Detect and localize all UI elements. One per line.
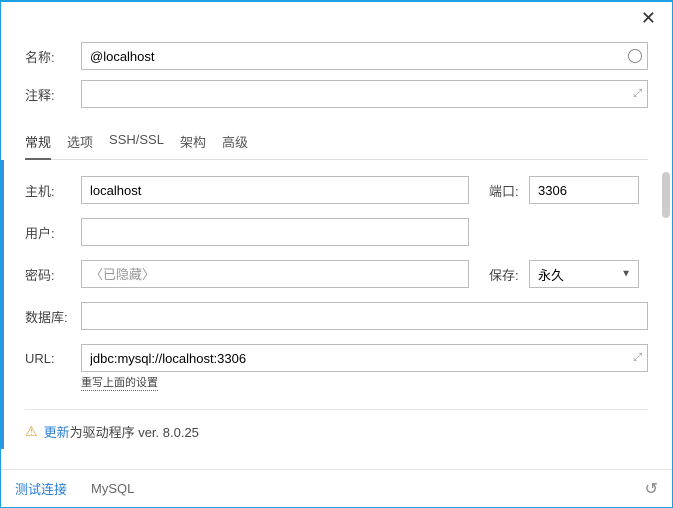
tab-options[interactable]: 选项 [67,126,93,159]
row-comment: 注释: ⤢ [25,80,648,108]
row-host: 主机: 端口: [25,176,648,204]
row-url: URL: ⤢ [25,344,648,372]
password-label: 密码: [25,265,81,284]
scrollbar-thumb[interactable] [662,172,670,218]
general-panel: 主机: 端口: 用户: 密码: 保存: ▼ [25,176,648,441]
panel-side-indicator [1,160,4,449]
color-circle-icon[interactable] [628,49,642,63]
revert-icon[interactable]: ↺ [645,479,658,499]
scrollbar[interactable] [662,172,670,437]
driver-update-link[interactable]: 更新 [44,422,70,441]
close-icon[interactable]: ✕ [633,4,664,33]
host-label: 主机: [25,181,81,200]
driver-row: ⚠ 更新 为驱动程序 ver. 8.0.25 [25,409,648,441]
footer-db-name[interactable]: MySQL [91,481,134,496]
comment-input[interactable] [81,80,648,108]
row-password: 密码: 保存: ▼ [25,260,648,288]
user-input[interactable] [81,218,469,246]
save-label: 保存: [489,265,529,284]
name-input[interactable] [81,42,648,70]
row-user: 用户: [25,218,648,246]
warning-icon: ⚠ [25,423,38,440]
form-area: 名称: 注释: ⤢ 常规 选项 SSH/SSL 架构 高级 主机: [1,34,672,469]
url-input[interactable] [81,344,648,372]
tab-advanced[interactable]: 高级 [222,126,248,159]
tab-schemas[interactable]: 架构 [180,126,206,159]
port-label: 端口: [489,181,529,200]
user-label: 用户: [25,223,81,242]
url-label: URL: [25,351,81,366]
titlebar: ✕ [1,2,672,34]
password-input[interactable] [81,260,469,288]
tab-general[interactable]: 常规 [25,126,51,159]
driver-version-text: 为驱动程序 ver. 8.0.25 [70,422,199,441]
tab-sshssl[interactable]: SSH/SSL [109,126,164,159]
database-label: 数据库: [25,307,81,326]
url-override-hint[interactable]: 重写上面的设置 [81,377,158,391]
host-input[interactable] [81,176,469,204]
row-database: 数据库: [25,302,648,330]
name-label: 名称: [25,47,81,66]
comment-label: 注释: [25,85,81,104]
port-input[interactable] [529,176,639,204]
row-name: 名称: [25,42,648,70]
tabs: 常规 选项 SSH/SSL 架构 高级 [25,126,648,160]
dialog-window: ✕ 名称: 注释: ⤢ 常规 选项 SSH/SSL 架构 高级 [0,0,673,508]
test-connection-link[interactable]: 测试连接 [15,479,67,498]
database-input[interactable] [81,302,648,330]
save-select[interactable] [529,260,639,288]
footer: 测试连接 MySQL ↺ [1,469,672,507]
